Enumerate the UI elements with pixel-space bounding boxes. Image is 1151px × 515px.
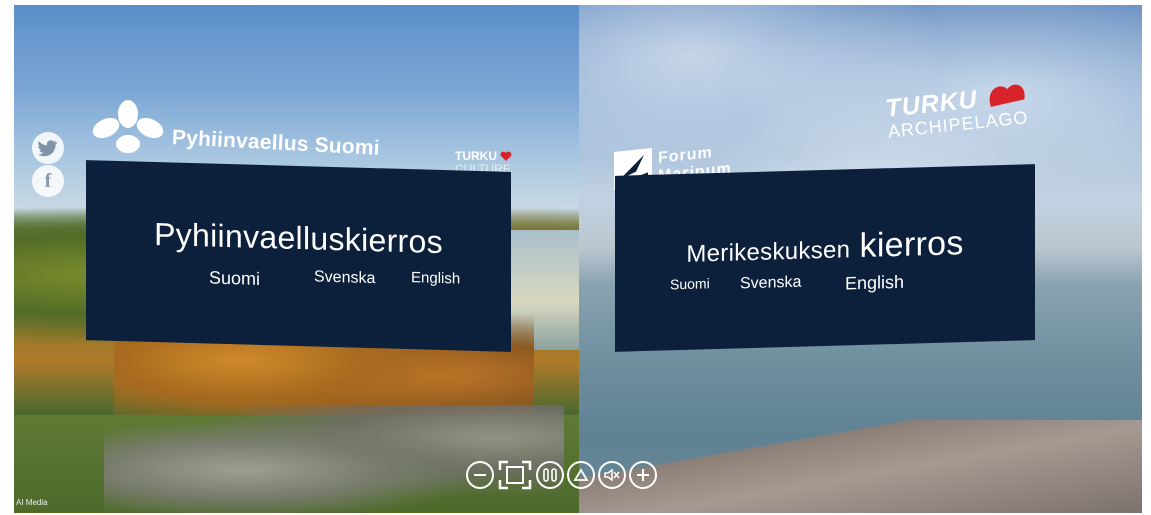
pause-icon bbox=[543, 468, 557, 482]
lang-svenska-right[interactable]: Svenska bbox=[740, 274, 801, 294]
mute-button[interactable] bbox=[598, 461, 626, 489]
viewer-controls bbox=[466, 460, 657, 491]
pause-button[interactable] bbox=[536, 461, 564, 489]
left-tour-title: Pyhiinvaelluskierros bbox=[154, 215, 443, 261]
right-tour-title: Merikeskuksen kierros bbox=[615, 222, 1035, 273]
fullscreen-button[interactable] bbox=[497, 460, 533, 490]
twitter-button[interactable] bbox=[32, 132, 64, 164]
zoom-out-button[interactable] bbox=[466, 461, 494, 489]
left-tour-panel: Pyhiinvaelluskierros Suomi Svenska Engli… bbox=[86, 160, 511, 352]
fullscreen-icon bbox=[498, 460, 532, 490]
right-tour-title-part1: Merikeskuksen bbox=[686, 236, 851, 268]
facebook-icon: f bbox=[44, 169, 52, 192]
up-icon bbox=[573, 468, 589, 481]
lang-english-left[interactable]: English bbox=[411, 269, 460, 287]
twitter-icon bbox=[38, 140, 58, 157]
mute-icon bbox=[604, 468, 620, 482]
zoom-out-icon bbox=[474, 474, 486, 476]
up-button[interactable] bbox=[567, 461, 595, 489]
shell-logo-icon bbox=[92, 100, 164, 153]
facebook-button[interactable]: f bbox=[32, 165, 64, 197]
lang-svenska-left[interactable]: Svenska bbox=[314, 268, 375, 288]
heart-icon bbox=[500, 151, 512, 161]
right-tour-title-part2: kierros bbox=[859, 224, 964, 266]
zoom-in-icon bbox=[637, 469, 649, 481]
right-tour-panel: Merikeskuksen kierros Suomi Svenska Engl… bbox=[615, 164, 1035, 352]
lang-suomi-left[interactable]: Suomi bbox=[209, 268, 260, 290]
lang-english-right[interactable]: English bbox=[845, 272, 904, 295]
watermark: AI Media bbox=[16, 498, 48, 507]
pyhiinvaellus-logo: Pyhiinvaellus Suomi bbox=[88, 100, 380, 165]
lang-suomi-right[interactable]: Suomi bbox=[670, 275, 710, 292]
zoom-in-button[interactable] bbox=[629, 461, 657, 489]
